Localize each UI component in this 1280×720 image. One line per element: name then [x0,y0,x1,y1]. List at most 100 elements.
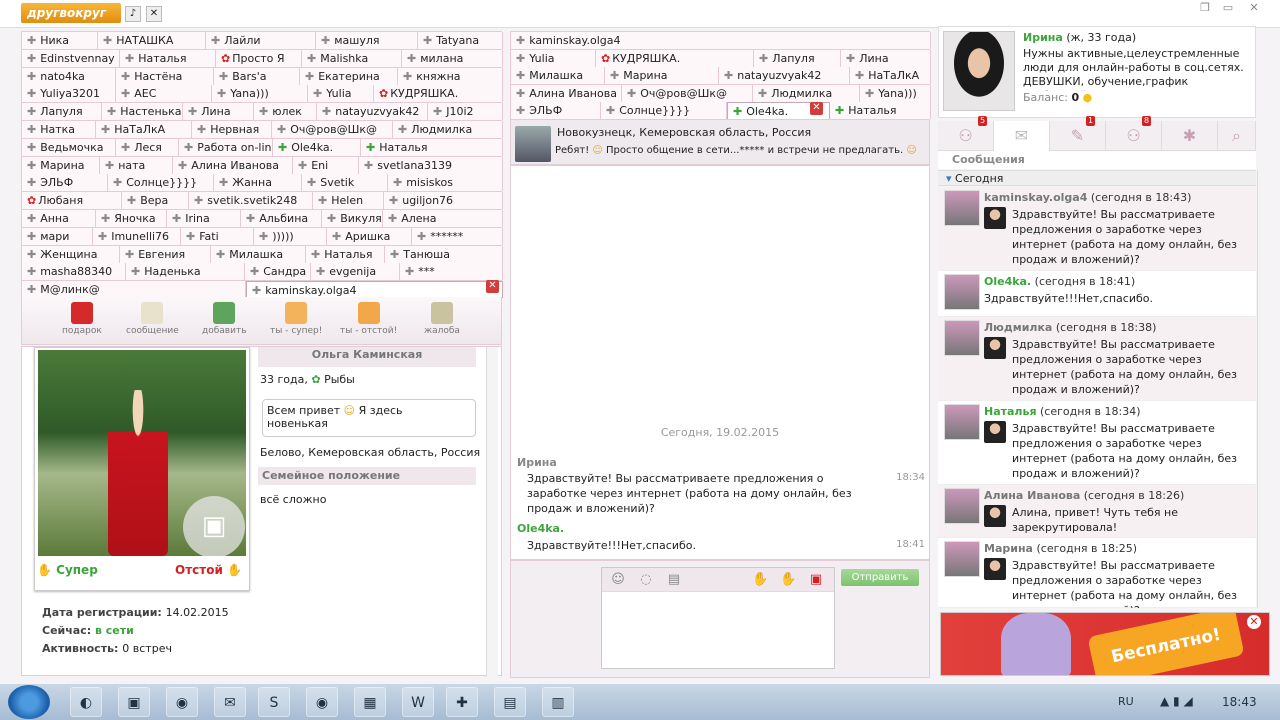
contact-tab[interactable]: ✚ ЭЛЬФ [22,174,108,192]
message-button[interactable]: сообщение [126,302,179,336]
contact-tab[interactable]: ✚ Bars'a [214,67,300,85]
contact-tab[interactable]: ✚ Танюша [385,245,503,263]
chat-tab[interactable]: ✚ Солнце}}}} [601,102,727,120]
contact-tab[interactable]: ✚ Жанна [214,174,302,192]
taskbar-drugvokrug-icon[interactable]: ✚ [446,687,478,717]
contact-tab[interactable]: ✚ Лапуля [22,103,102,121]
contact-tab[interactable]: ✚ Yana))) [212,85,308,103]
contact-tab[interactable]: ✚ Helen [313,192,384,210]
contact-tab[interactable]: ✚ Марина [22,156,100,174]
chat-tab[interactable]: ✚ Людмилка [753,84,860,102]
chat-tab[interactable]: ✚ Yana))) [860,84,931,102]
vote-super-button[interactable]: ✋ Супер [37,563,98,577]
contact-tab[interactable]: ✚ Анна [22,210,96,227]
contact-tab[interactable]: ✚ Ведьмочка [22,138,116,156]
tab-groups[interactable]: ⚇ 8 [1106,116,1162,151]
start-button[interactable] [8,685,50,719]
app-logo[interactable]: другвокруг [21,3,121,23]
contact-tab[interactable]: ✚ natayuzvyak42 [317,103,428,121]
contact-tab[interactable]: ✚ Imunelli76 [93,227,181,245]
contact-tab[interactable]: ✚ Наталья [361,138,503,156]
message-item[interactable]: Людмилка (сегодня в 18:38) Здравствуйте! … [938,317,1256,401]
chat-tab[interactable]: ✚ kaminskay.olga4 [511,32,931,49]
sender-avatar[interactable] [944,541,980,577]
gift-button[interactable]: подарок [62,302,102,336]
contact-tab[interactable]: ✚ Сандра [245,263,311,281]
contact-tab[interactable]: ✚ Yulia [308,85,374,103]
contact-tab[interactable]: ✚ masha88340 [22,263,126,281]
chat-tab[interactable]: ✚ Yulia [511,49,596,67]
image-icon[interactable]: ▤ [666,572,682,588]
contact-tab[interactable]: ✚ Yuliya3201 [22,85,116,103]
ad-close-icon[interactable]: ✕ [1247,615,1261,629]
tools-icon[interactable]: ✕ [146,6,162,22]
contact-tab[interactable]: ✚ M@линк@ [22,281,246,299]
message-item[interactable]: Ole4ka. (сегодня в 18:41) Здравствуйте!!!… [938,271,1256,317]
contact-tab[interactable]: ✚ Tatyana [418,32,503,49]
today-group[interactable]: ▾ Сегодня [938,170,1256,186]
taskbar-chrome-icon[interactable]: ◉ [306,687,338,717]
chat-tab[interactable]: ✚ Лапуля [754,49,841,67]
messages-scrollbar[interactable] [1257,170,1269,608]
contact-tab[interactable]: ✚ Натка [22,121,96,138]
contact-tab[interactable]: ✚ Настёна [116,67,214,85]
taskbar-chrome-icon[interactable]: ◉ [166,687,198,717]
gift-overlay-icon[interactable]: ▣ [183,496,245,556]
contact-tab[interactable]: ✚ ****** [412,227,503,245]
super-button[interactable]: ты - супер! [270,302,322,336]
contact-tab[interactable]: ✚ Людмилка [393,121,503,138]
contact-tab[interactable]: ✿ Любаня [22,192,122,210]
contact-tab[interactable]: ✚ Наталья [306,245,385,263]
contact-tab[interactable]: ✚ княжна [398,67,503,85]
contact-tab[interactable]: ✚ Ника [22,32,98,49]
sound-icon[interactable]: ♪ [125,6,141,22]
sender-avatar[interactable] [944,404,980,440]
contact-tab[interactable]: ✚ Евгения [120,245,211,263]
chat-tab[interactable]: ✚ Наталья [830,102,931,120]
tab-messages[interactable]: ✉ [994,121,1050,151]
chat-avatar[interactable] [515,126,551,162]
complaint-button[interactable]: жалоба [424,302,460,336]
contact-tab[interactable]: ✚ Екатерина [300,67,398,85]
contact-tab[interactable]: ✚ kaminskay.olga4 [246,281,503,299]
message-item[interactable]: kaminskay.olga4 (сегодня в 18:43) Здравст… [938,187,1256,271]
thumbs-down-icon[interactable]: ✋ [780,572,796,588]
taskbar-app-icon[interactable]: ▤ [494,687,526,717]
contact-tab[interactable]: ✚ Леся [116,138,179,156]
contact-tab[interactable]: ✚ Лайли [206,32,316,49]
chat-tab[interactable]: ✚ Алина Иванова [511,84,622,102]
sender-avatar[interactable] [944,274,980,310]
sender-avatar[interactable] [944,190,980,226]
contact-tab[interactable]: ✚ Алена [383,210,503,227]
chat-tab[interactable]: ✚ Милашка [511,67,605,85]
sender-avatar[interactable] [944,320,980,356]
profile-scrollbar[interactable] [486,347,498,677]
sticker-icon[interactable]: ◌ [638,572,654,588]
gift-icon[interactable]: ▣ [808,572,824,588]
contact-tab[interactable]: ✚ Настенька [102,103,183,121]
send-button[interactable]: Отправить [841,569,919,586]
contact-tab[interactable]: ✚ Irina [167,210,241,227]
message-item[interactable]: Марина (сегодня в 18:25) Здравствуйте! Вы… [938,538,1256,608]
tab-chats[interactable]: ✎ 1 [1050,116,1106,151]
contact-tab[interactable]: ✚ НаТаЛкА [96,121,192,138]
taskbar-app-icon[interactable]: ▥ [542,687,574,717]
tab-search[interactable]: ⌕ [1218,121,1256,151]
taskbar-app-icon[interactable]: ◐ [70,687,102,717]
chat-tab[interactable]: ✚ Оч@ров@Шк@ [622,84,753,102]
contact-tab[interactable]: ✚ Аришка [327,227,412,245]
taskbar-folder-icon[interactable]: ▦ [354,687,386,717]
contact-tab[interactable]: ✚ Edinstvennay [22,49,120,67]
restore-icon[interactable]: ❐ [1195,1,1215,15]
contact-tab[interactable]: ✚ Наденька [126,263,245,281]
contact-tab[interactable]: ✚ Нервная [192,121,272,138]
contact-tab[interactable]: ✚ Милашка [211,245,306,263]
message-input[interactable]: ☺ ◌ ▤ ✋ ✋ ▣ [601,567,835,669]
message-item[interactable]: Алина Иванова (сегодня в 18:26) Алина, пр… [938,485,1256,538]
language-indicator[interactable]: RU [1118,695,1134,708]
tray-icon[interactable]: ▲ ▮ ◢ [1160,694,1193,708]
contact-tab[interactable]: ✿ Просто Я [216,49,302,67]
taskbar-mail-icon[interactable]: ✉ [214,687,246,717]
contact-tab[interactable]: ✚ юлек [254,103,317,121]
chat-tab[interactable]: ✚ natayuzvyak42 [719,67,850,85]
